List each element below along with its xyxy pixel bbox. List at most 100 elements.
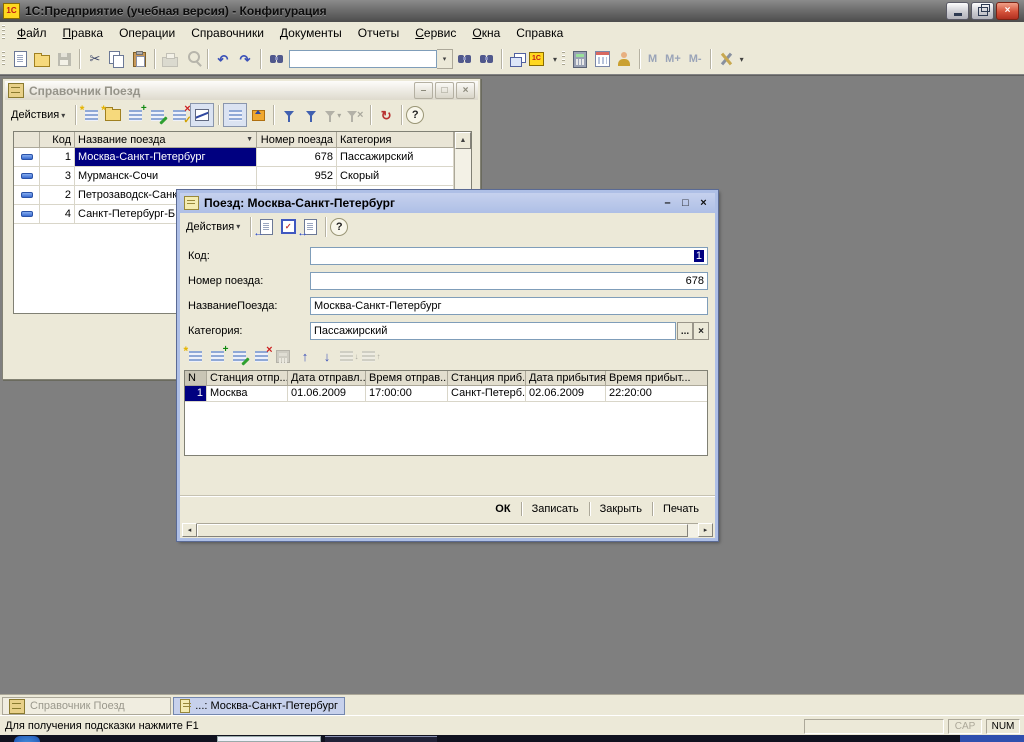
tools-icon[interactable] (715, 48, 737, 70)
header-departure-date[interactable]: Дата отправл... (288, 371, 366, 386)
close-button[interactable]: × (996, 2, 1019, 20)
add-row-icon[interactable]: * (184, 345, 206, 367)
menu-catalogs[interactable]: Справочники (183, 23, 272, 44)
print-button[interactable]: Печать (653, 499, 709, 519)
insert-row-icon[interactable]: + (206, 345, 228, 367)
catalog-maximize-button[interactable]: □ (435, 82, 454, 99)
menu-reports[interactable]: Отчеты (350, 23, 407, 44)
header-number[interactable]: Номер поезда (257, 132, 337, 148)
dialog-maximize-button[interactable]: □ (678, 196, 693, 211)
help-1c-icon[interactable]: 1С (528, 48, 550, 70)
sort-descending-icon[interactable]: ↑ (360, 345, 382, 367)
horizontal-scrollbar[interactable]: ◂ ▸ (182, 523, 713, 537)
undo-icon[interactable]: ↶ (212, 48, 234, 70)
sort-filter-icon[interactable] (278, 104, 300, 126)
minimize-button[interactable] (946, 2, 969, 20)
cell-arrival-date[interactable]: 02.06.2009 (526, 386, 606, 402)
search-combobox[interactable] (289, 50, 437, 68)
header-departure-time[interactable]: Время отправ... (366, 371, 448, 386)
calendar-icon[interactable] (591, 48, 613, 70)
catalog-actions-button[interactable]: Действия ▾ (5, 104, 71, 126)
header-arrival-time[interactable]: Время прибыт... (606, 371, 707, 386)
sort-ascending-icon[interactable]: ↓ (338, 345, 360, 367)
search-dropdown-icon[interactable]: ▾ (437, 49, 453, 69)
write-icon[interactable]: ↔ (299, 216, 321, 238)
close-dialog-button[interactable]: Закрыть (590, 499, 652, 519)
header-departure-station[interactable]: Станция отпр... (207, 371, 288, 386)
filter-by-value-icon[interactable] (300, 104, 322, 126)
dialog-titlebar[interactable]: Поезд: Москва-Санкт-Петербург – □ × (180, 193, 715, 213)
header-name[interactable]: Название поезда▼ (75, 132, 257, 148)
category-lookup-button[interactable]: ... (677, 322, 693, 340)
refresh-icon[interactable]: ↻ (375, 104, 397, 126)
cell-departure-time[interactable]: 17:00:00 (366, 386, 448, 402)
user-monitor-icon[interactable] (613, 48, 635, 70)
filter-history-icon[interactable]: ▾ (322, 104, 344, 126)
toolbar-grip[interactable] (562, 51, 565, 67)
windows-list-icon[interactable] (506, 48, 528, 70)
scrollbar-track[interactable] (197, 523, 698, 537)
memory-recall-button[interactable]: M (644, 53, 661, 65)
reread-icon[interactable]: ✓ (277, 216, 299, 238)
train-name-field[interactable]: Москва-Санкт-Петербург (310, 297, 708, 315)
cell-departure-station[interactable]: Москва (207, 386, 288, 402)
clear-filter-icon[interactable]: × (344, 104, 366, 126)
toolbar-grip[interactable] (2, 25, 5, 41)
delete-item-icon[interactable]: ×✓ (168, 104, 190, 126)
header-arrival-date[interactable]: Дата прибытия (526, 371, 606, 386)
cell-name-selected[interactable]: Москва-Санкт-Петербург (75, 148, 257, 167)
hierarchy-view-icon[interactable] (190, 103, 214, 127)
menu-service[interactable]: Сервис (407, 23, 464, 44)
header-n[interactable]: N (185, 371, 207, 386)
header-arrival-station[interactable]: Станция приб... (448, 371, 526, 386)
catalog-close-button[interactable]: × (456, 82, 475, 99)
write-and-close-icon[interactable]: ← (255, 216, 277, 238)
scroll-up-icon[interactable]: ▲ (455, 132, 471, 149)
cell-number[interactable]: 952 (257, 167, 337, 186)
move-row-down-icon[interactable]: ↓ (316, 345, 338, 367)
scrollbar-thumb[interactable] (197, 524, 688, 537)
new-document-icon[interactable] (9, 48, 31, 70)
memory-add-button[interactable]: M+ (661, 53, 685, 65)
restore-button[interactable] (971, 2, 994, 20)
copy-icon[interactable] (106, 48, 128, 70)
edit-item-icon[interactable] (146, 104, 168, 126)
header-category[interactable]: Категория (337, 132, 454, 148)
code-field[interactable]: 1 (310, 247, 708, 265)
open-icon[interactable] (31, 48, 53, 70)
calculator-icon[interactable] (569, 48, 591, 70)
add-item-icon[interactable]: * (80, 104, 102, 126)
catalog-help-icon[interactable]: ? (406, 106, 424, 124)
menu-file[interactable]: Файл (9, 23, 55, 44)
cell-category[interactable]: Пассажирский (337, 148, 454, 167)
save-icon[interactable] (53, 48, 75, 70)
move-row-up-icon[interactable]: ↑ (294, 345, 316, 367)
menu-edit[interactable]: Правка (55, 23, 112, 44)
cell-code[interactable]: 1 (40, 148, 75, 167)
move-to-group-icon[interactable] (247, 104, 269, 126)
cut-icon[interactable]: ✂ (84, 48, 106, 70)
paste-icon[interactable] (128, 48, 150, 70)
tools-dropdown-icon[interactable]: ▾ (737, 55, 747, 64)
scroll-right-icon[interactable]: ▸ (698, 523, 713, 537)
cell-name[interactable]: Мурманск-Сочи (75, 167, 257, 186)
route-row[interactable]: 1 Москва 01.06.2009 17:00:00 Санкт-Петер… (185, 386, 707, 402)
menu-help[interactable]: Справка (508, 23, 571, 44)
cell-category[interactable]: Скорый (337, 167, 454, 186)
edit-row-icon[interactable] (228, 345, 250, 367)
category-field[interactable]: Пассажирский (310, 322, 676, 340)
dialog-actions-button[interactable]: Действия ▾ (180, 216, 246, 238)
dialog-minimize-button[interactable]: – (660, 196, 675, 211)
cell-departure-date[interactable]: 01.06.2009 (288, 386, 366, 402)
toolbar-overflow-icon[interactable]: ▾ (550, 55, 560, 64)
find-previous-icon[interactable] (475, 48, 497, 70)
train-number-field[interactable]: 678 (310, 272, 708, 290)
table-row[interactable]: 1 Москва-Санкт-Петербург 678 Пассажирски… (14, 148, 454, 167)
toolbar-grip[interactable] (2, 51, 5, 67)
memory-subtract-button[interactable]: M- (685, 53, 706, 65)
cell-code[interactable]: 2 (40, 186, 75, 205)
menu-windows[interactable]: Окна (464, 23, 508, 44)
cell-code[interactable]: 4 (40, 205, 75, 224)
print-preview-icon[interactable] (181, 48, 203, 70)
menu-documents[interactable]: Документы (272, 23, 350, 44)
